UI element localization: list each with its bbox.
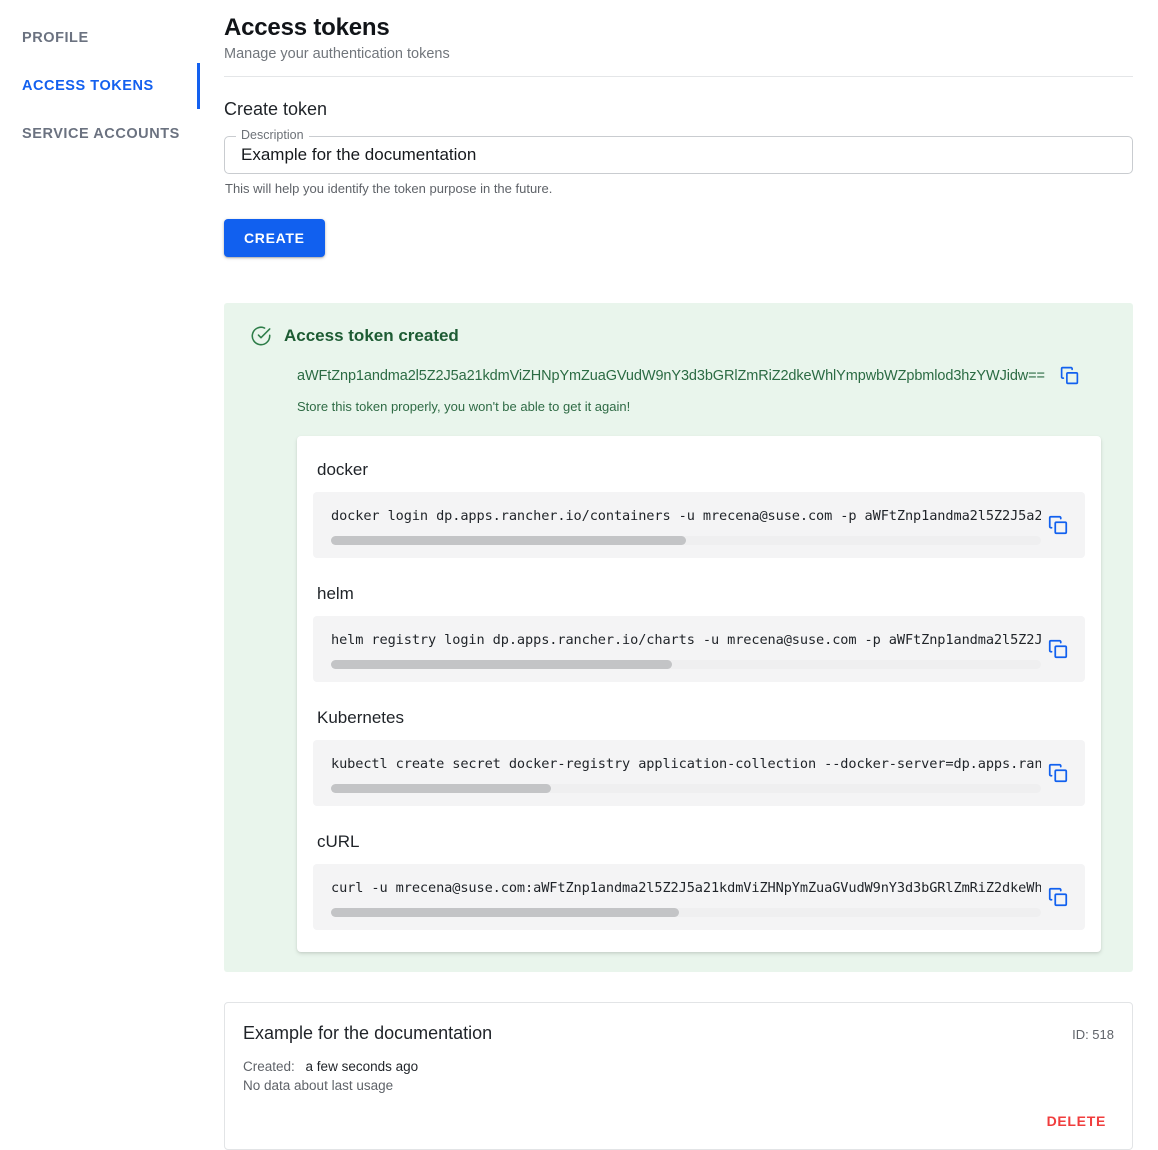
copy-icon (1047, 639, 1069, 663)
snippet-box-kubernetes: kubectl create secret docker-registry ap… (313, 740, 1085, 806)
main-content: Access tokens Manage your authentication… (199, 0, 1158, 1150)
snippet-code-curl: curl -u mrecena@suse.com:aWFtZnp1andma2l… (331, 879, 1041, 896)
active-nav-indicator (197, 63, 200, 109)
token-card-meta: Created: a few seconds ago No data about… (243, 1059, 1114, 1093)
description-input[interactable] (239, 144, 1118, 166)
access-tokens-page: PROFILE ACCESS TOKENS SERVICE ACCOUNTS A… (0, 0, 1158, 1150)
token-card-id: ID: 518 (1072, 1027, 1114, 1042)
create-button[interactable]: CREATE (224, 219, 325, 257)
scrollbar-thumb[interactable] (331, 659, 672, 669)
token-warning-text: Store this token properly, you won't be … (297, 399, 631, 414)
copy-docker-button[interactable] (1041, 508, 1075, 542)
snippet-code-kubernetes: kubectl create secret docker-registry ap… (331, 755, 1041, 772)
copy-icon (1047, 763, 1069, 787)
snippet-label-helm: helm (317, 584, 354, 603)
sidebar-item-profile[interactable]: PROFILE (0, 26, 199, 50)
copy-icon (1047, 515, 1069, 539)
copy-curl-button[interactable] (1041, 880, 1075, 914)
create-token-section-title: Create token (224, 99, 328, 119)
sidebar-item-label: PROFILE (22, 30, 89, 46)
copy-token-button[interactable] (1055, 361, 1084, 390)
description-help-text: This will help you identify the token pu… (225, 181, 553, 196)
token-created-panel: Access token created aWFtZnp1andma2l5Z2J… (224, 303, 1133, 972)
token-value: aWFtZnp1andma2l5Z2J5a21kdmViZHNpYmZuaGVu… (297, 367, 1045, 384)
snippet-scrollbar-docker[interactable] (331, 535, 1041, 545)
success-title: Access token created (284, 326, 459, 345)
token-card-title: Example for the documentation (243, 1023, 493, 1043)
snippet-scroll-helm[interactable]: helm registry login dp.apps.rancher.io/c… (313, 616, 1041, 682)
snippet-scrollbar-helm[interactable] (331, 659, 1041, 669)
token-usage-line: No data about last usage (243, 1078, 394, 1093)
token-card-header: Example for the documentation ID: 518 (243, 1023, 1114, 1044)
copy-icon (1059, 366, 1080, 389)
scrollbar-thumb[interactable] (331, 535, 686, 545)
token-value-row: aWFtZnp1andma2l5Z2J5a21kdmViZHNpYmZuaGVu… (297, 361, 1117, 390)
page-title: Access tokens (224, 14, 390, 41)
token-created-line: Created: a few seconds ago (243, 1059, 1114, 1074)
snippet-scroll-curl[interactable]: curl -u mrecena@suse.com:aWFtZnp1andma2l… (313, 864, 1041, 930)
token-list-item: Example for the documentation ID: 518 Cr… (224, 1002, 1133, 1150)
page-subtitle: Manage your authentication tokens (224, 46, 450, 62)
snippet-box-docker: docker login dp.apps.rancher.io/containe… (313, 492, 1085, 558)
snippet-box-helm: helm registry login dp.apps.rancher.io/c… (313, 616, 1085, 682)
copy-helm-button[interactable] (1041, 632, 1075, 666)
copy-kubernetes-button[interactable] (1041, 756, 1075, 790)
snippet-scroll-docker[interactable]: docker login dp.apps.rancher.io/containe… (313, 492, 1041, 558)
header-divider (224, 76, 1133, 77)
token-created-value: a few seconds ago (305, 1059, 419, 1074)
snippet-code-docker: docker login dp.apps.rancher.io/containe… (331, 507, 1041, 524)
snippet-scrollbar-kubernetes[interactable] (331, 783, 1041, 793)
scrollbar-thumb[interactable] (331, 783, 552, 793)
snippet-label-docker: docker (317, 460, 369, 479)
check-circle-icon (250, 325, 272, 347)
sidebar-item-label: SERVICE ACCOUNTS (22, 126, 180, 142)
scrollbar-thumb[interactable] (331, 907, 679, 917)
copy-icon (1047, 887, 1069, 911)
sidebar: PROFILE ACCESS TOKENS SERVICE ACCOUNTS (0, 0, 200, 1133)
snippets-card: docker docker login dp.apps.rancher.io/c… (297, 436, 1101, 952)
snippet-label-kubernetes: Kubernetes (317, 708, 404, 727)
description-label: Description (236, 129, 309, 142)
delete-token-button[interactable]: DELETE (1039, 1107, 1114, 1135)
sidebar-item-service-accounts[interactable]: SERVICE ACCOUNTS (0, 122, 199, 146)
sidebar-item-access-tokens[interactable]: ACCESS TOKENS (0, 74, 199, 98)
snippet-code-helm: helm registry login dp.apps.rancher.io/c… (331, 631, 1041, 648)
snippet-label-curl: cURL (317, 832, 360, 851)
token-created-label: Created: (243, 1059, 295, 1074)
success-header: Access token created (250, 325, 1117, 347)
description-field[interactable]: Description (224, 129, 1133, 174)
token-card-actions: DELETE (243, 1107, 1114, 1135)
sidebar-item-label: ACCESS TOKENS (22, 78, 154, 94)
snippet-scroll-kubernetes[interactable]: kubectl create secret docker-registry ap… (313, 740, 1041, 806)
snippet-scrollbar-curl[interactable] (331, 907, 1041, 917)
snippet-box-curl: curl -u mrecena@suse.com:aWFtZnp1andma2l… (313, 864, 1085, 930)
